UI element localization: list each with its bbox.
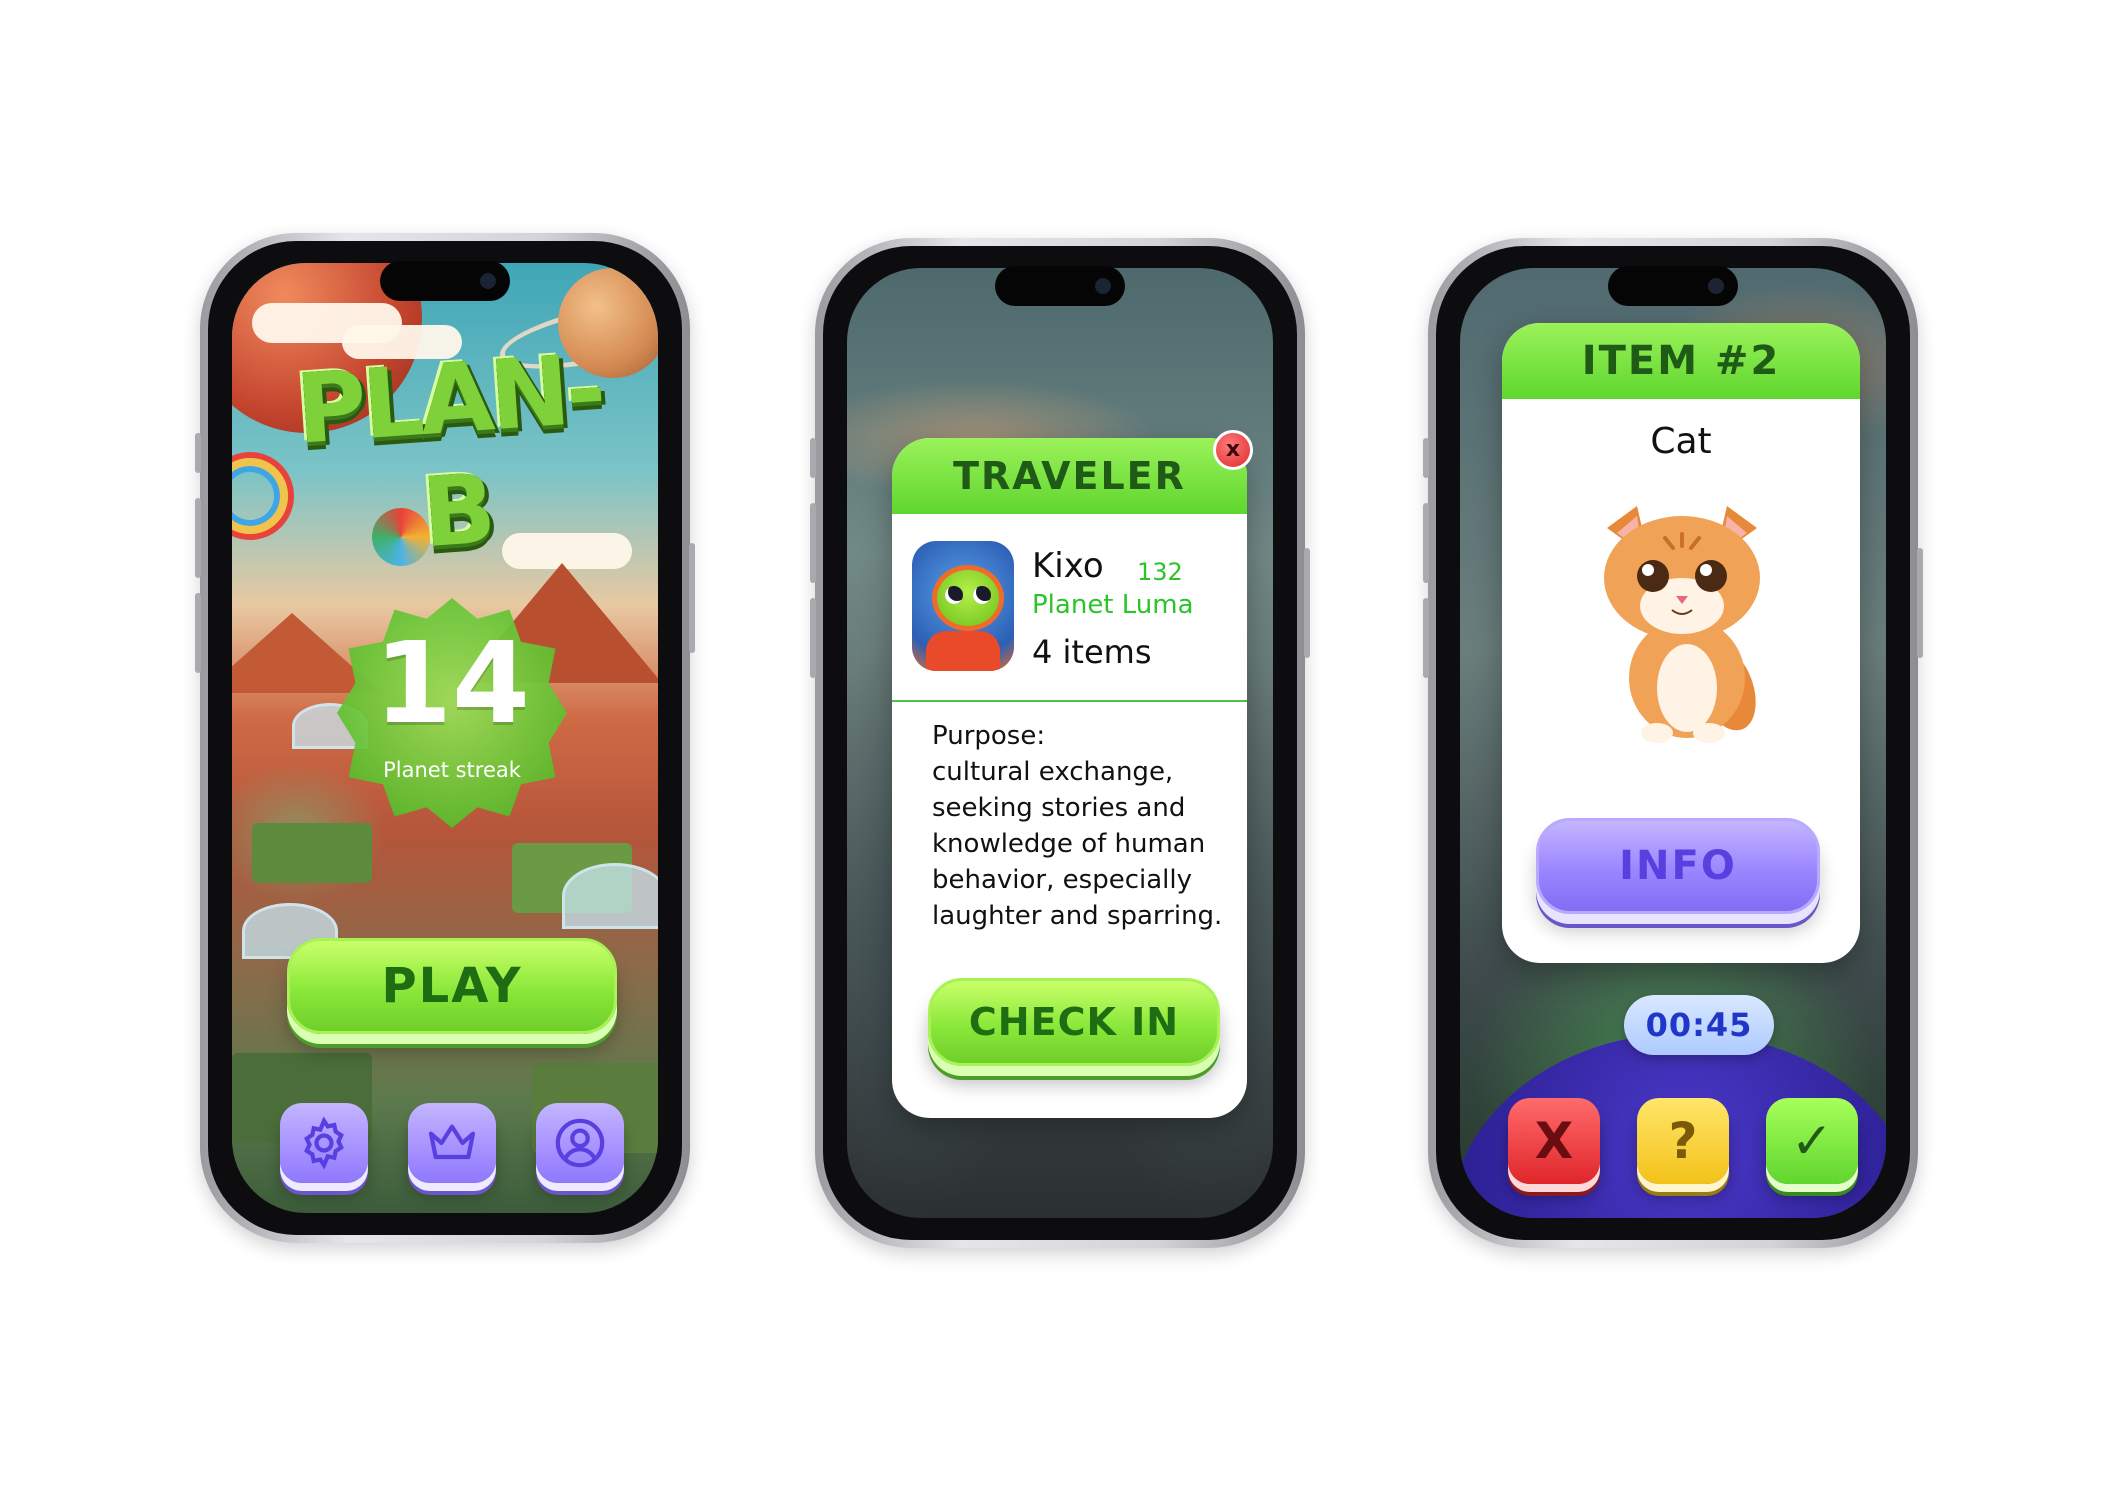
side-button — [1304, 548, 1310, 658]
dynamic-island — [995, 266, 1125, 306]
phone-item: ITEM #2 Cat INFO 00:45 X ? ✓ — [1423, 238, 1923, 1248]
streak-label: Planet streak — [383, 758, 521, 782]
settings-button[interactable] — [280, 1103, 368, 1183]
dynamic-island — [380, 261, 510, 301]
side-button — [689, 543, 695, 653]
accept-button[interactable]: ✓ — [1766, 1098, 1858, 1184]
item-title: ITEM #2 — [1502, 323, 1860, 399]
side-button — [810, 503, 816, 583]
side-button — [1423, 503, 1429, 583]
item-screen: ITEM #2 Cat INFO 00:45 X ? ✓ — [1460, 268, 1886, 1218]
astronaut-suit — [926, 631, 1000, 671]
alien-eye — [973, 586, 991, 604]
dynamic-island — [1608, 266, 1738, 306]
phone-bezel: TRAVELER x Kixo 132 Planet Luma 4 items — [823, 246, 1297, 1240]
game-logo: PLAN-B — [292, 332, 606, 570]
side-button — [1423, 598, 1429, 678]
close-button[interactable]: x — [1213, 430, 1253, 470]
side-button — [810, 438, 816, 478]
purpose-block: Purpose: cultural exchange, seeking stor… — [932, 718, 1232, 934]
divider — [892, 700, 1247, 702]
phone-home: PLAN-B 14 Planet streak PLAY — [195, 233, 695, 1243]
traveler-screen: TRAVELER x Kixo 132 Planet Luma 4 items — [847, 268, 1273, 1218]
gear-icon — [304, 1116, 344, 1170]
side-button — [195, 433, 201, 473]
item-card: ITEM #2 Cat INFO — [1502, 323, 1860, 963]
farm-field — [252, 823, 372, 883]
play-button[interactable]: PLAY — [287, 938, 617, 1034]
cat-illustration — [1604, 506, 1760, 743]
traveler-planet: Planet Luma — [1032, 590, 1194, 620]
crown-icon — [428, 1124, 476, 1160]
traveler-avatar — [912, 541, 1014, 671]
profile-button[interactable] — [536, 1103, 624, 1183]
phone-bezel: ITEM #2 Cat INFO 00:45 X ? ✓ — [1436, 246, 1910, 1240]
info-button[interactable]: INFO — [1536, 818, 1820, 914]
side-button — [810, 598, 816, 678]
traveler-name: Kixo — [1032, 546, 1104, 586]
phone-traveler: TRAVELER x Kixo 132 Planet Luma 4 items — [810, 238, 1310, 1248]
alien-face — [932, 565, 1004, 631]
countdown-timer: 00:45 — [1624, 995, 1774, 1055]
side-button — [1917, 548, 1923, 658]
purpose-heading: Purpose: — [932, 721, 1046, 751]
unsure-button[interactable]: ? — [1637, 1098, 1729, 1184]
check-in-button[interactable]: CHECK IN — [928, 978, 1220, 1066]
reject-button[interactable]: X — [1508, 1098, 1600, 1184]
traveler-number: 132 — [1137, 558, 1183, 586]
side-button — [1423, 438, 1429, 478]
habitat-dome — [562, 863, 658, 929]
phone-bezel: PLAN-B 14 Planet streak PLAY — [208, 241, 682, 1235]
x-icon: X — [1534, 1112, 1574, 1170]
item-name: Cat — [1650, 421, 1712, 462]
side-button — [195, 593, 201, 673]
side-button — [195, 498, 201, 578]
dialog-title: TRAVELER — [892, 438, 1247, 514]
check-icon: ✓ — [1791, 1112, 1833, 1170]
alien-eye — [945, 586, 963, 604]
purpose-text: cultural exchange, seeking stories and k… — [932, 757, 1223, 931]
streak-value: 14 — [374, 619, 530, 749]
traveler-items: 4 items — [1032, 633, 1152, 671]
leaderboard-button[interactable] — [408, 1103, 496, 1183]
home-screen: PLAN-B 14 Planet streak PLAY — [232, 263, 658, 1213]
profile-icon — [555, 1118, 605, 1168]
traveler-dialog: TRAVELER x Kixo 132 Planet Luma 4 items — [892, 430, 1253, 1118]
question-icon: ? — [1668, 1112, 1698, 1170]
close-icon: x — [1225, 437, 1241, 462]
